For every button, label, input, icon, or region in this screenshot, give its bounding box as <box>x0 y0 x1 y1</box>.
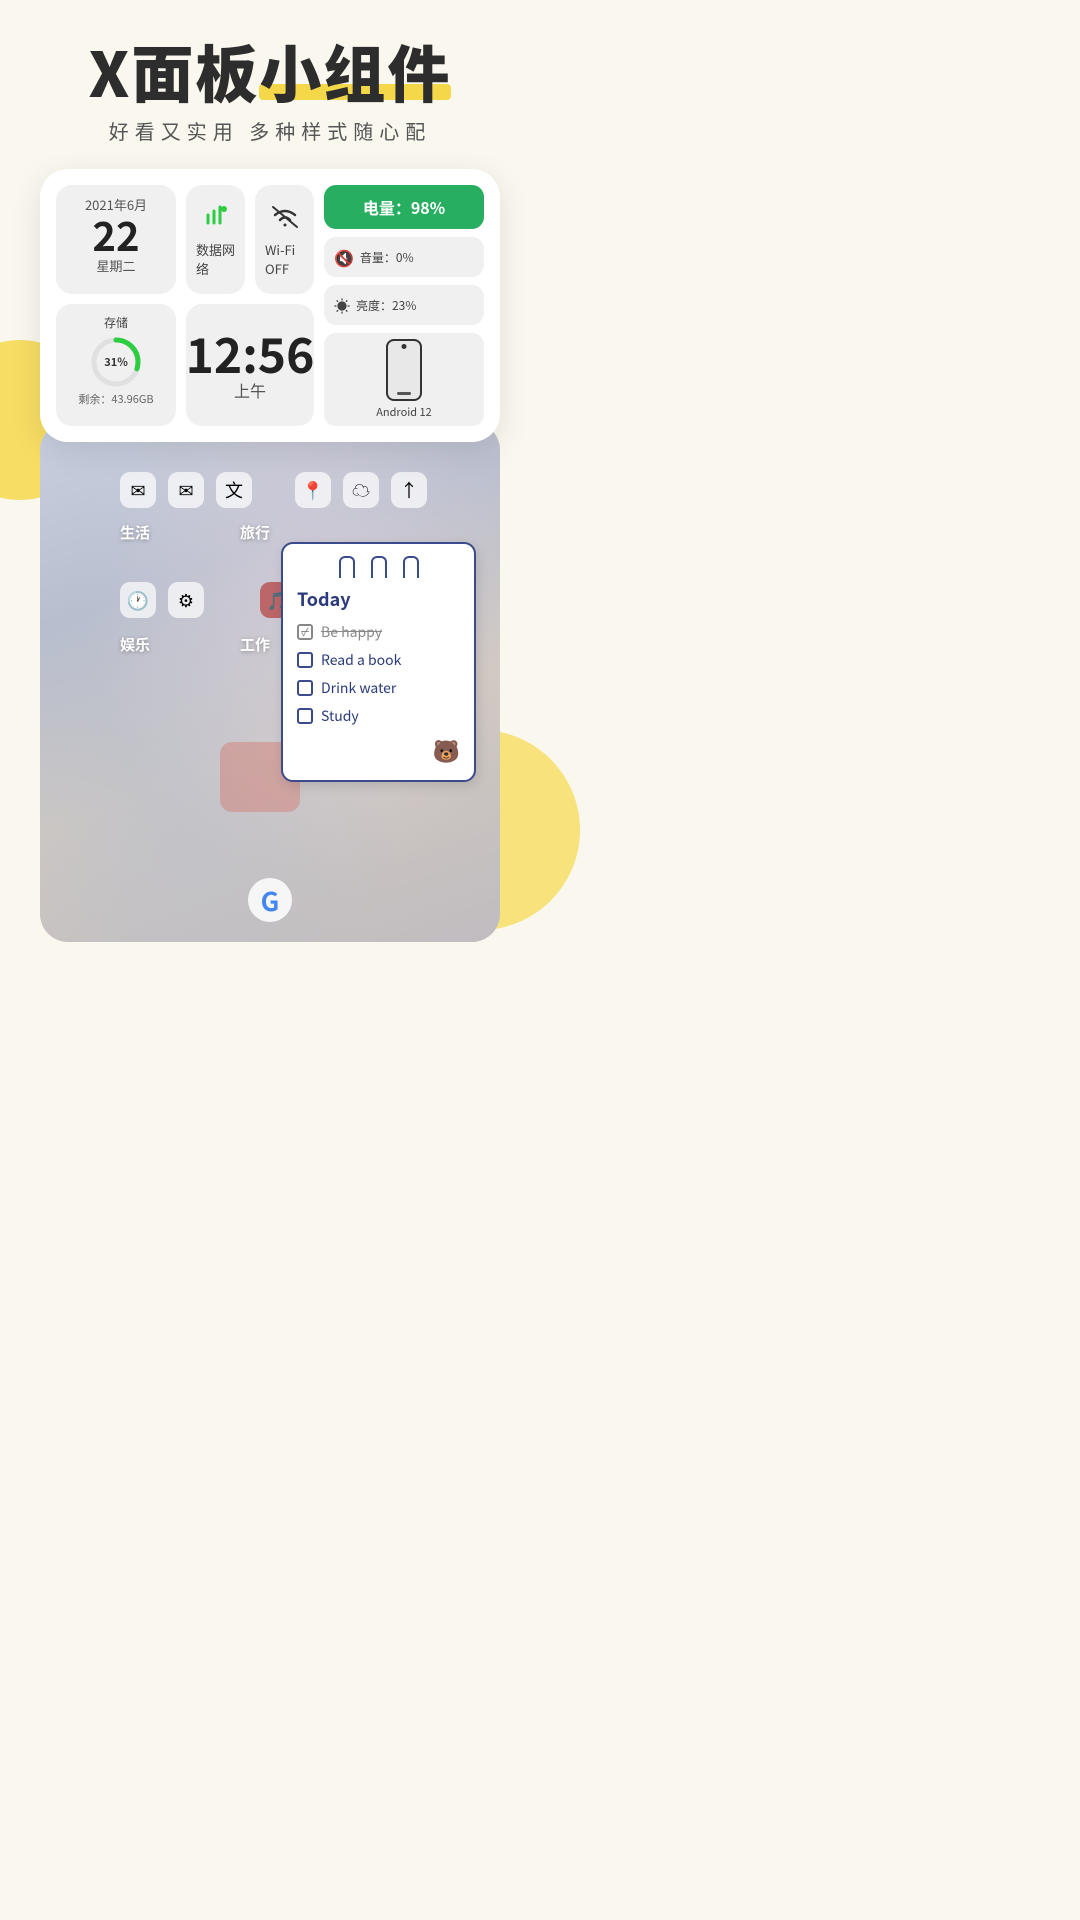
note-ring-3 <box>403 556 419 578</box>
app-row-3: 🕐 ⚙ <box>120 582 204 618</box>
app-icon-settings[interactable]: ⚙ <box>168 582 204 618</box>
date-day: 22 <box>68 214 164 254</box>
app-icon-location[interactable]: 📍 <box>295 472 331 508</box>
storage-remaining: 剩余：43.96GB <box>78 391 153 407</box>
battery-label: 电量：98% <box>363 195 445 219</box>
right-column: 电量：98% 🔇 音量：0% ☀ 亮度：23% Android 12 <box>324 185 484 426</box>
app-icon-mail2[interactable]: ✉ <box>168 472 204 508</box>
wifi-icon <box>271 201 299 236</box>
app-icon-clock[interactable]: 🕐 <box>120 582 156 618</box>
folder-work[interactable]: 工作 <box>240 634 270 655</box>
header: X面板小组件 好看又实用 多种样式随心配 <box>0 0 540 145</box>
storage-cell: 存储 31% 剩余：43.96GB <box>56 304 176 426</box>
note-ring-1 <box>339 556 355 578</box>
app-icon-upload[interactable]: ↑ <box>391 472 427 508</box>
storage-percent: 31% <box>104 354 128 370</box>
clock-cell: 12:56 上午 <box>186 304 314 426</box>
note-item-text-4: Study <box>321 706 359 726</box>
volume-cell[interactable]: 🔇 音量：0% <box>324 237 484 277</box>
widget-grid: 2021年6月 22 星期二 数据网络 <box>56 185 484 426</box>
title-part1: X面板 <box>89 25 260 115</box>
today-note-widget: Today Be happy Read a book Drink water S… <box>281 542 476 782</box>
checkbox-4[interactable] <box>297 708 313 724</box>
note-bear-icon: 🐻 <box>297 734 460 766</box>
folder-row-1: 生活 旅行 <box>120 522 270 543</box>
checkbox-3[interactable] <box>297 680 313 696</box>
brightness-icon: ☀ <box>334 293 350 317</box>
android-label: Android 12 <box>376 404 432 420</box>
note-item-text-2: Read a book <box>321 650 401 670</box>
data-network-icon <box>202 201 230 236</box>
date-cell: 2021年6月 22 星期二 <box>56 185 176 294</box>
phone-area: 2021年6月 22 星期二 数据网络 <box>40 169 500 942</box>
volume-label: 音量：0% <box>360 249 414 266</box>
header-subtitle: 好看又实用 多种样式随心配 <box>0 116 540 145</box>
phone-screenshot: ✉ ✉ 文 📍 ☁ ↑ 生活 旅行 🕐 ⚙ 🎵 🎵 ✈ 娱乐 工 <box>40 422 500 942</box>
note-title: Today <box>297 586 460 612</box>
folder-travel[interactable]: 旅行 <box>240 522 270 543</box>
widget-card: 2021年6月 22 星期二 数据网络 <box>40 169 500 442</box>
google-g-button[interactable]: G <box>248 878 292 922</box>
clock-ampm: 上午 <box>234 378 266 402</box>
note-item-3[interactable]: Drink water <box>297 678 460 698</box>
checkbox-2[interactable] <box>297 652 313 668</box>
header-title: X面板小组件 <box>0 36 540 104</box>
app-icon-cloud[interactable]: ☁ <box>343 472 379 508</box>
folder-row-2: 娱乐 工作 <box>120 634 270 655</box>
data-network-label: 数据网络 <box>196 240 235 278</box>
app-row-2: 📍 ☁ ↑ <box>295 472 427 508</box>
android-cell: Android 12 <box>324 333 484 426</box>
note-ring-2 <box>371 556 387 578</box>
note-item-2[interactable]: Read a book <box>297 650 460 670</box>
battery-cell: 电量：98% <box>324 185 484 229</box>
wifi-cell[interactable]: Wi-Fi OFF <box>255 185 314 294</box>
brightness-cell[interactable]: ☀ 亮度：23% <box>324 285 484 325</box>
data-network-cell[interactable]: 数据网络 <box>186 185 245 294</box>
note-item-1[interactable]: Be happy <box>297 622 460 642</box>
folder-entertainment[interactable]: 娱乐 <box>120 634 150 655</box>
brightness-label: 亮度：23% <box>356 297 416 314</box>
date-weekday: 星期二 <box>68 256 164 275</box>
android-phone-shape <box>386 339 422 401</box>
volume-icon: 🔇 <box>334 245 354 269</box>
app-icon-wen[interactable]: 文 <box>216 472 252 508</box>
checkbox-1[interactable] <box>297 624 313 640</box>
clock-time: 12:56 <box>186 328 315 376</box>
note-item-text-3: Drink water <box>321 678 396 698</box>
note-item-4[interactable]: Study <box>297 706 460 726</box>
app-row-1: ✉ ✉ 文 <box>120 472 252 508</box>
google-g-label: G <box>261 882 280 919</box>
wifi-label: Wi-Fi OFF <box>265 240 304 278</box>
note-item-text-1: Be happy <box>321 622 382 642</box>
note-rings <box>297 556 460 578</box>
storage-title: 存储 <box>104 314 128 331</box>
title-part2: 小组件 <box>259 36 451 104</box>
app-icon-mail[interactable]: ✉ <box>120 472 156 508</box>
storage-ring: 31% <box>89 335 143 389</box>
folder-life[interactable]: 生活 <box>120 522 150 543</box>
